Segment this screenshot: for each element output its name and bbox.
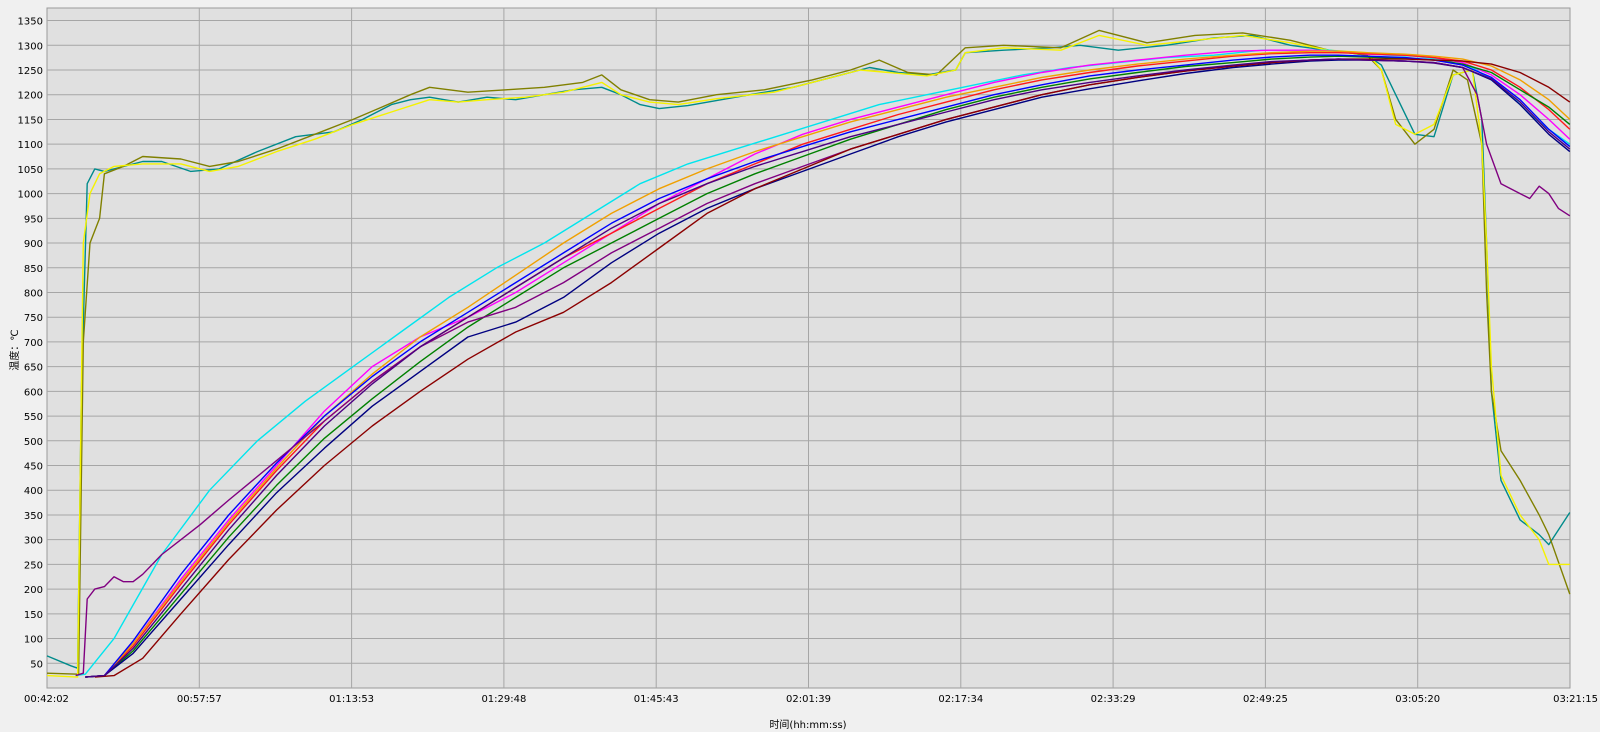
y-tick-label: 1350: [18, 17, 43, 28]
x-axis-tick-labels: 00:42:02 00:57:57 01:13:53 01:29:48 01:45:43…: [24, 694, 1598, 705]
x-tick-label: 02:17:34: [938, 694, 983, 705]
y-tick-label: 850: [24, 264, 43, 275]
x-tick-label: 02:49:25: [1243, 694, 1288, 705]
y-tick-label: 150: [24, 610, 43, 621]
y-tick-label: 350: [24, 511, 43, 522]
y-tick-label: 550: [24, 412, 43, 423]
x-tick-label: 01:29:48: [481, 694, 526, 705]
x-axis-label: 时间(hh:mm:ss): [769, 718, 846, 731]
y-tick-label: 900: [24, 239, 43, 250]
y-tick-label: 250: [24, 560, 43, 571]
y-tick-label: 1300: [18, 41, 43, 52]
y-tick-label: 700: [24, 338, 43, 349]
y-tick-label: 1250: [18, 66, 43, 77]
y-axis-label: 温度：℃: [8, 329, 21, 370]
y-tick-label: 1150: [18, 115, 43, 126]
y-tick-label: 1000: [18, 190, 43, 201]
x-tick-label: 01:45:43: [634, 694, 679, 705]
y-tick-label: 50: [30, 659, 43, 670]
y-axis-tick-labels: 50 100 150 200 250 300 350 400 450 500 550 600 650 70…: [18, 17, 43, 671]
y-tick-label: 800: [24, 288, 43, 299]
y-tick-label: 950: [24, 214, 43, 225]
x-tick-label: 02:01:39: [786, 694, 831, 705]
x-tick-label: 02:33:29: [1091, 694, 1136, 705]
y-tick-label: 650: [24, 363, 43, 374]
y-tick-label: 300: [24, 536, 43, 547]
y-tick-label: 450: [24, 462, 43, 473]
y-tick-label: 100: [24, 635, 43, 646]
y-tick-label: 200: [24, 585, 43, 596]
y-tick-label: 1050: [18, 165, 43, 176]
x-tick-label: 00:42:02: [24, 694, 69, 705]
x-tick-label: 03:21:15: [1553, 694, 1598, 705]
y-tick-label: 400: [24, 486, 43, 497]
x-tick-label: 00:57:57: [177, 694, 222, 705]
y-tick-label: 600: [24, 387, 43, 398]
y-tick-label: 500: [24, 437, 43, 448]
x-tick-label: 01:13:53: [329, 694, 374, 705]
temperature-chart: 50 100 150 200 250 300 350 400 450 500 550 600 650 70…: [8, 7, 1598, 731]
y-tick-label: 1100: [18, 140, 43, 151]
x-tick-label: 03:05:20: [1395, 694, 1440, 705]
y-tick-label: 1200: [18, 91, 43, 102]
y-tick-label: 750: [24, 313, 43, 324]
